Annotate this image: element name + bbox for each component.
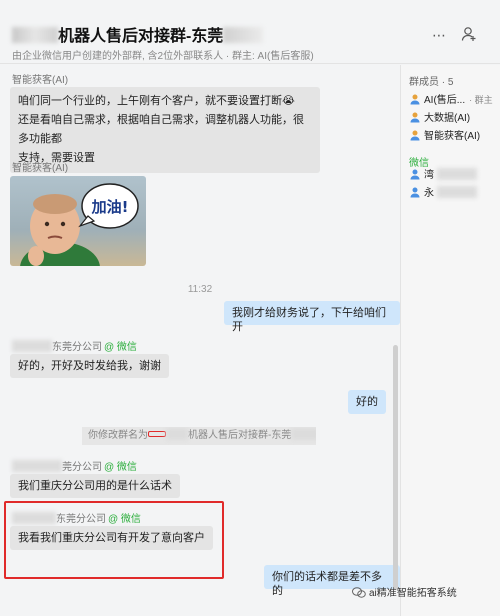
group-title: 机器人售后对接群-东莞: [12, 22, 264, 46]
sticker-text: 加油!: [91, 198, 129, 216]
member-item[interactable]: AI(售后... · 群主: [409, 93, 493, 107]
redacted-name: [437, 168, 477, 180]
message-bubble: 好的，开好及时发给我，谢谢: [10, 354, 169, 378]
message-bubble: 我看我们重庆分公司有开发了意向客户: [10, 526, 213, 550]
group-subtitle: 由企业微信用户创建的外部群, 含2位外部联系人 · 群主: AI(售后客服): [12, 51, 314, 62]
user-icon: [410, 94, 420, 105]
redacted-highlight: [148, 431, 166, 437]
system-notice: 你修改群名为 机器人售后对接群-东莞: [82, 427, 316, 445]
redacted-name: [12, 512, 56, 524]
member-item[interactable]: 智能获客(AI): [409, 129, 480, 143]
member-count: 群成员 · 5: [409, 77, 454, 88]
member-panel: 群成员 · 5 AI(售后... · 群主 大数据(AI) 智能获客(AI) 微信…: [400, 65, 500, 616]
user-icon: [410, 187, 420, 198]
watermark: ai精准智能拓客系统: [352, 584, 457, 599]
member-item[interactable]: 永: [409, 186, 477, 200]
redacted-name: [12, 340, 52, 352]
message-bubble-sent: 我刚才给财务说了，下午给咱们开: [224, 301, 400, 333]
member-item[interactable]: 大数据(AI): [409, 111, 470, 125]
chat-scrollbar[interactable]: [393, 345, 398, 590]
wechat-icon: [352, 587, 366, 598]
sender-name: 东莞分公司 @ 微信: [12, 510, 141, 525]
sender-name: 东莞分公司 @ 微信: [12, 338, 137, 353]
wechat-section-label: 微信: [409, 158, 429, 169]
more-options-icon[interactable]: ⋯: [430, 26, 448, 44]
message-bubble: 我们重庆分公司用的是什么话术: [10, 474, 180, 498]
message-bubble-sent: 好的: [348, 390, 386, 414]
user-icon: [410, 169, 420, 180]
add-member-icon[interactable]: [460, 26, 478, 44]
sender-name: 智能获客(AI): [12, 163, 69, 174]
redacted-name: [12, 460, 62, 472]
redacted-name: [437, 186, 477, 198]
user-icon: [410, 112, 420, 123]
title-redacted: [12, 27, 58, 43]
chat-header: 机器人售后对接群-东莞 由企业微信用户创建的外部群, 含2位外部联系人 · 群主…: [0, 0, 500, 64]
sender-name: 智能获客(AI): [12, 75, 69, 86]
sender-name: 莞分公司 @ 微信: [12, 458, 137, 473]
timestamp: 11:32: [187, 284, 213, 295]
title-redacted-end: [223, 27, 264, 43]
chat-messages[interactable]: 智能获客(AI) 咱们同一个行业的，上午刚有个客户，就不要设置打断😭 还是看咱自…: [0, 65, 400, 616]
user-icon: [410, 130, 420, 141]
sticker-image: 加油!: [10, 176, 146, 266]
member-item[interactable]: 湾: [409, 168, 477, 182]
